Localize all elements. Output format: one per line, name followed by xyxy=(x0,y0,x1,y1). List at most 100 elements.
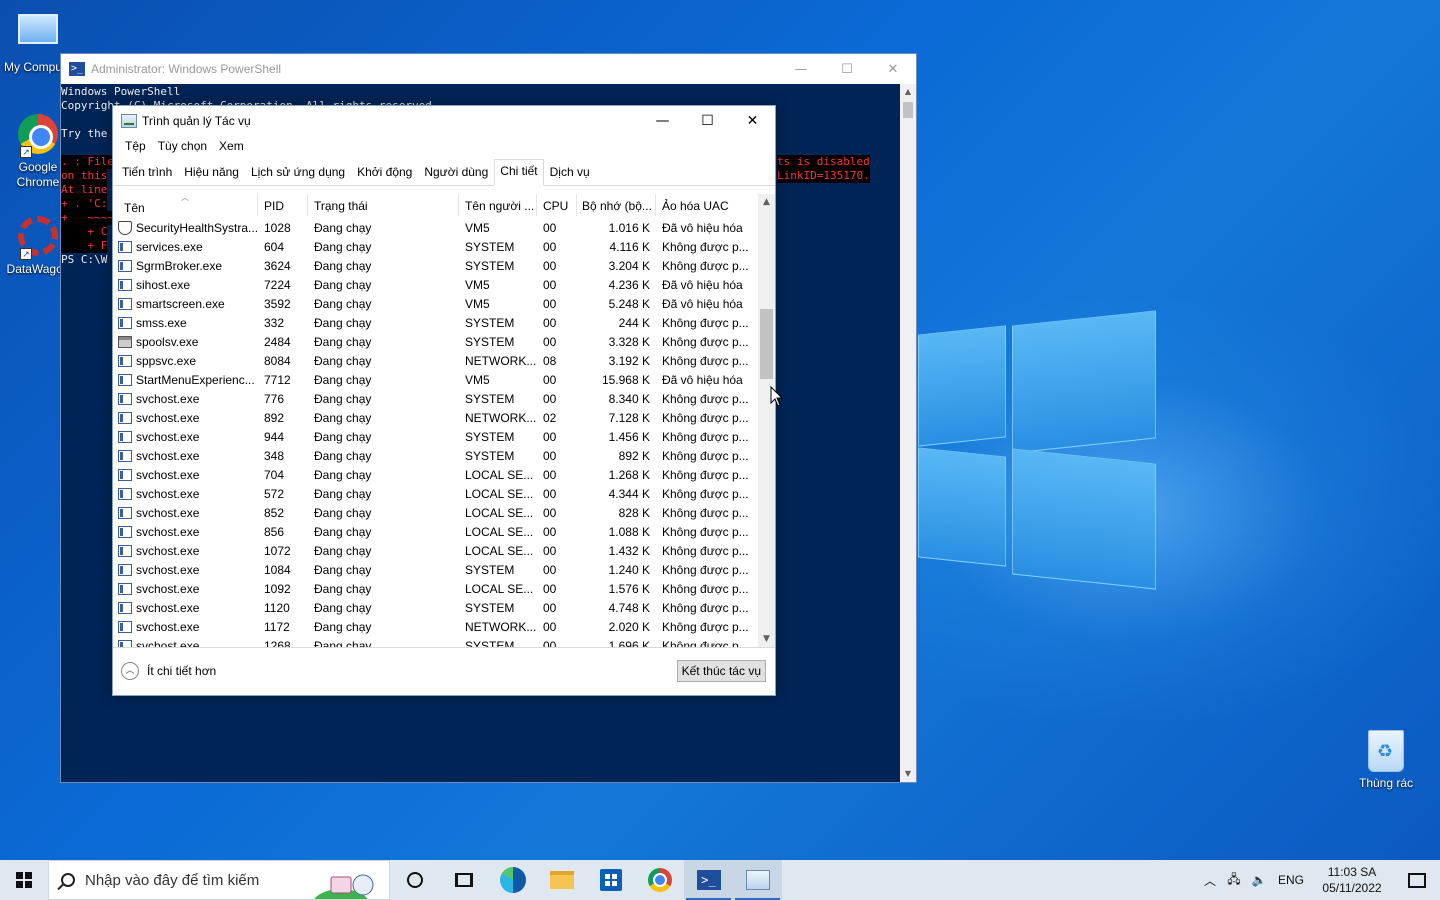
column-header-memory[interactable]: Bộ nhớ (bộ... xyxy=(577,194,656,216)
tab-app-history[interactable]: Lịch sử ứng dụng xyxy=(245,160,351,185)
table-row[interactable]: SecurityHealthSystra... 1028 Đang chạy VM5 0… xyxy=(113,218,760,237)
column-header-uac[interactable]: Ảo hóa UAC xyxy=(656,194,760,216)
close-button[interactable]: ✕ xyxy=(730,106,775,136)
cell-cpu: 00 xyxy=(543,239,557,254)
maximize-button[interactable]: ☐ xyxy=(824,54,870,84)
taskbar-file-explorer[interactable] xyxy=(537,860,586,900)
close-button[interactable]: ✕ xyxy=(870,54,916,84)
task-view-button[interactable] xyxy=(439,860,488,900)
table-row[interactable]: svchost.exe 892 Đang chạy NETWORK... 02 7.128… xyxy=(113,408,760,427)
taskbar-store[interactable] xyxy=(586,860,635,900)
cell-memory: 4.116 K xyxy=(609,239,650,254)
table-row[interactable]: smss.exe 332 Đang chạy SYSTEM 00 244 K Không đ… xyxy=(113,313,760,332)
scroll-up-icon[interactable]: ▲ xyxy=(900,84,916,100)
scroll-down-icon[interactable]: ▼ xyxy=(900,766,916,782)
table-row[interactable]: SgrmBroker.exe 3624 Đang chạy SYSTEM 00 3.204… xyxy=(113,256,760,275)
table-row[interactable]: svchost.exe 1120 Đang chạy SYSTEM 00 4.748 K K… xyxy=(113,598,760,617)
column-header-user[interactable]: Tên người ... xyxy=(459,194,537,216)
table-row[interactable]: svchost.exe 944 Đang chạy SYSTEM 00 1.456 K Kh… xyxy=(113,427,760,446)
cortana-button[interactable] xyxy=(390,860,439,900)
menu-file[interactable]: Tệp xyxy=(119,139,152,153)
table-row[interactable]: svchost.exe 1092 Đang chạy LOCAL SE... 00 1.5… xyxy=(113,579,760,598)
powershell-scrollbar[interactable]: ▲ ▼ xyxy=(900,84,916,782)
task-manager-window[interactable]: Trình quản lý Tác vụ — ☐ ✕ Tệp Tùy chọn … xyxy=(112,105,776,696)
taskbar-edge[interactable] xyxy=(488,860,537,900)
menu-view[interactable]: Xem xyxy=(213,139,250,153)
search-icon xyxy=(61,873,75,887)
chrome-icon xyxy=(647,868,672,892)
table-row[interactable]: sihost.exe 7224 Đang chạy VM5 00 4.236 K Đã vô… xyxy=(113,275,760,294)
scroll-up-icon[interactable]: ▲ xyxy=(758,194,775,211)
desktop-icon-recycle-bin[interactable]: Thùng rác xyxy=(1348,730,1424,790)
process-icon xyxy=(118,620,132,633)
table-row[interactable]: spoolsv.exe 2484 Đang chạy SYSTEM 00 3.328 K K… xyxy=(113,332,760,351)
tab-performance[interactable]: Hiệu năng xyxy=(178,160,245,185)
table-row[interactable]: svchost.exe 572 Đang chạy LOCAL SE... 00 4.34… xyxy=(113,484,760,503)
process-name: svchost.exe xyxy=(136,600,200,615)
tab-processes[interactable]: Tiến trình xyxy=(116,160,178,185)
table-row[interactable]: smartscreen.exe 3592 Đang chạy VM5 00 5.248 K… xyxy=(113,294,760,313)
scrollbar-thumb[interactable] xyxy=(903,102,913,118)
task-manager-titlebar[interactable]: Trình quản lý Tác vụ — ☐ ✕ xyxy=(113,106,775,136)
taskbar-powershell[interactable]: >_ xyxy=(684,860,733,900)
table-row[interactable]: StartMenuExperienc... 7712 Đang chạy VM5 00 1… xyxy=(113,370,760,389)
table-row[interactable]: svchost.exe 704 Đang chạy LOCAL SE... 00 1.26… xyxy=(113,465,760,484)
table-row[interactable]: svchost.exe 348 Đang chạy SYSTEM 00 892 K Khôn… xyxy=(113,446,760,465)
cell-status: Đang chạy xyxy=(314,258,372,273)
table-row[interactable]: svchost.exe 1072 Đang chạy LOCAL SE... 00 1.4… xyxy=(113,541,760,560)
wallpaper-logo-pane xyxy=(1012,310,1156,454)
table-row[interactable]: svchost.exe 1172 Đang chạy NETWORK... 00 2.02… xyxy=(113,617,760,636)
tray-language[interactable]: ENG xyxy=(1272,860,1310,900)
powershell-titlebar[interactable]: >_ Administrator: Windows PowerShell — ☐… xyxy=(61,54,916,84)
table-scrollbar[interactable]: ▲ ▼ xyxy=(758,194,775,647)
maximize-button[interactable]: ☐ xyxy=(685,106,730,136)
table-row[interactable]: svchost.exe 852 Đang chạy LOCAL SE... 00 828 … xyxy=(113,503,760,522)
start-button[interactable] xyxy=(0,860,48,900)
cell-user: NETWORK... xyxy=(465,410,537,425)
column-header-pid[interactable]: PID xyxy=(258,194,308,216)
tray-show-hidden[interactable]: ︿ xyxy=(1198,860,1222,900)
end-task-button[interactable]: Kết thúc tác vụ xyxy=(676,660,766,682)
table-row[interactable]: sppsvc.exe 8084 Đang chạy NETWORK... 08 3.192… xyxy=(113,351,760,370)
console-error-line: + ~~~~ xyxy=(61,211,114,225)
tray-volume[interactable]: 🔈 xyxy=(1246,860,1272,900)
tab-details[interactable]: Chi tiết xyxy=(494,159,544,186)
fewer-details-link[interactable]: ︿ Ít chi tiết hơn xyxy=(121,662,216,680)
notification-icon xyxy=(1408,872,1426,888)
minimize-button[interactable]: — xyxy=(778,54,824,84)
minimize-button[interactable]: — xyxy=(640,106,685,136)
table-row[interactable]: svchost.exe 1084 Đang chạy SYSTEM 00 1.240 K K… xyxy=(113,560,760,579)
tab-startup[interactable]: Khởi động xyxy=(351,160,418,185)
cell-cpu: 00 xyxy=(543,543,557,558)
cell-uac: Không được p... xyxy=(662,410,749,425)
cell-uac: Không được p... xyxy=(662,239,749,254)
cell-uac: Đã vô hiệu hóa xyxy=(662,296,743,311)
cell-uac: Không được p... xyxy=(662,315,749,330)
table-row[interactable]: svchost.exe 776 Đang chạy SYSTEM 00 8.340 K Kh… xyxy=(113,389,760,408)
tray-clock[interactable]: 11:03 SA 05/11/2022 xyxy=(1310,860,1394,900)
column-header-status[interactable]: Trạng thái xyxy=(308,194,459,216)
cell-name: smartscreen.exe xyxy=(113,297,258,311)
tray-network[interactable]: 🖧 xyxy=(1222,860,1246,900)
console-error-line: + C xyxy=(61,225,108,239)
scrollbar-thumb[interactable] xyxy=(760,309,773,379)
table-row[interactable]: svchost.exe 856 Đang chạy LOCAL SE... 00 1.08… xyxy=(113,522,760,541)
taskbar-chrome[interactable] xyxy=(635,860,684,900)
cell-status: Đang chạy xyxy=(314,600,372,615)
search-input[interactable] xyxy=(85,871,305,889)
table-row[interactable]: services.exe 604 Đang chạy SYSTEM 00 4.116 K K… xyxy=(113,237,760,256)
tab-users[interactable]: Người dùng xyxy=(418,160,494,185)
column-header-cpu[interactable]: CPU xyxy=(537,194,577,216)
menu-bar: Tệp Tùy chọn Xem xyxy=(113,136,775,156)
notification-center-button[interactable] xyxy=(1394,860,1440,900)
cell-cpu: 00 xyxy=(543,315,557,330)
taskbar-search[interactable] xyxy=(48,860,390,900)
menu-options[interactable]: Tùy chọn xyxy=(152,139,213,153)
cell-uac: Không được p... xyxy=(662,486,749,501)
tab-services[interactable]: Dịch vụ xyxy=(544,160,596,185)
taskbar-task-manager[interactable] xyxy=(733,860,782,900)
process-icon xyxy=(118,601,132,614)
printer-icon xyxy=(118,335,132,348)
column-header-name[interactable]: ︿ Tên xyxy=(113,194,258,216)
cell-name: svchost.exe xyxy=(113,544,258,558)
